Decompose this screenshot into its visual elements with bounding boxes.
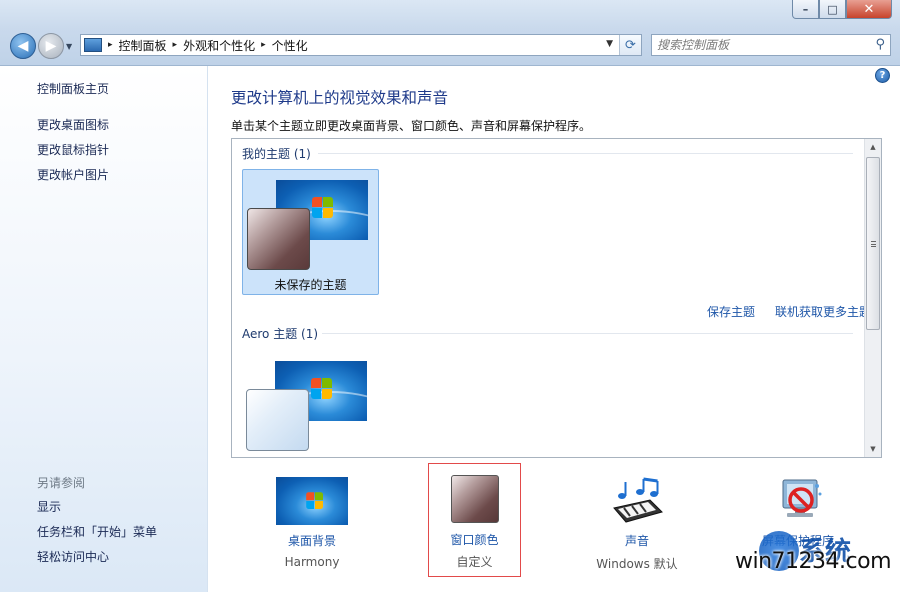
address-dropdown-icon[interactable]: ▼ bbox=[606, 39, 613, 49]
theme-actions: 保存主题 联机获取更多主题 bbox=[707, 303, 871, 320]
breadcrumb-separator[interactable]: ▸ bbox=[261, 40, 266, 50]
forward-arrow-icon: ▶ bbox=[45, 38, 57, 54]
breadcrumb-separator[interactable]: ▸ bbox=[108, 40, 113, 50]
shortcut-name: 声音 bbox=[624, 534, 649, 548]
window-color-shortcut[interactable]: 窗口颜色 自定义 bbox=[428, 463, 521, 577]
aero-themes-heading: Aero 主题 (1) bbox=[242, 327, 319, 341]
left-pane: 控制面板主页 更改桌面图标 更改鼠标指针 更改帐户图片 另请参阅 显示 任务栏和… bbox=[0, 66, 208, 592]
window-chrome: – □ ✕ ◀ ▶ ▼ ▸ 控制面板 ▸ 外观和个性化 ▸ 个性化 ▼ ⟳ ⚲ bbox=[0, 0, 900, 66]
theme-list: 我的主题 (1) 未保存的主题 保存主题 联机获取更多主题 Aero 主题 (1… bbox=[231, 138, 882, 458]
shortcut-name: 桌面背景 bbox=[287, 534, 336, 548]
theme-color-preview bbox=[247, 208, 310, 270]
shortcut-value: 自定义 bbox=[456, 555, 493, 569]
search-icon[interactable]: ⚲ bbox=[875, 37, 885, 52]
taskbar-start-menu-link[interactable]: 任务栏和「开始」菜单 bbox=[37, 523, 157, 540]
maximize-icon: □ bbox=[827, 2, 838, 16]
recent-pages-dropdown[interactable]: ▼ bbox=[66, 42, 72, 51]
change-desktop-icons-link[interactable]: 更改桌面图标 bbox=[37, 116, 109, 133]
sound-icon bbox=[613, 477, 663, 523]
theme-unsaved[interactable]: 未保存的主题 bbox=[242, 169, 379, 295]
back-button[interactable]: ◀ bbox=[10, 33, 36, 59]
close-button[interactable]: ✕ bbox=[846, 0, 892, 19]
back-arrow-icon: ◀ bbox=[17, 38, 29, 54]
control-panel-icon bbox=[84, 38, 102, 52]
save-theme-link[interactable]: 保存主题 bbox=[707, 303, 755, 320]
change-account-picture-link[interactable]: 更改帐户图片 bbox=[37, 166, 109, 183]
breadcrumb-separator[interactable]: ▸ bbox=[173, 40, 178, 50]
desktop-background-icon bbox=[276, 477, 348, 525]
theme-list-scrollbar[interactable]: ▲ ▼ bbox=[864, 139, 881, 457]
shortcut-name: 窗口颜色 bbox=[450, 533, 499, 547]
breadcrumb-appearance[interactable]: 外观和个性化 bbox=[183, 37, 255, 54]
maximize-button[interactable]: □ bbox=[819, 0, 846, 19]
main-pane: ? 更改计算机上的视觉效果和声音 单击某个主题立即更改桌面背景、窗口颜色、声音和… bbox=[208, 66, 900, 592]
get-more-themes-link[interactable]: 联机获取更多主题 bbox=[775, 303, 871, 320]
sounds-shortcut[interactable]: 声音 Windows 默认 bbox=[582, 474, 692, 580]
minimize-icon: – bbox=[802, 2, 809, 16]
shortcut-value: Harmony bbox=[284, 555, 340, 569]
help-icon[interactable]: ? bbox=[875, 68, 890, 83]
refresh-button[interactable]: ⟳ bbox=[619, 35, 641, 55]
scroll-down-icon[interactable]: ▼ bbox=[865, 441, 881, 457]
desktop-background-shortcut[interactable]: 桌面背景 Harmony bbox=[257, 474, 367, 580]
search-input[interactable] bbox=[657, 36, 867, 54]
scroll-up-icon[interactable]: ▲ bbox=[865, 139, 881, 155]
theme-color-preview bbox=[246, 389, 309, 451]
close-icon: ✕ bbox=[863, 1, 875, 17]
watermark-text: win71234.com bbox=[735, 549, 892, 574]
watermark: 系统 win71234.com bbox=[735, 531, 895, 589]
window-color-icon bbox=[451, 475, 499, 523]
page-subtitle: 单击某个主题立即更改桌面背景、窗口颜色、声音和屏幕保护程序。 bbox=[231, 119, 592, 133]
theme-label: 未保存的主题 bbox=[274, 278, 347, 292]
display-link[interactable]: 显示 bbox=[37, 498, 61, 515]
address-bar[interactable]: ▸ 控制面板 ▸ 外观和个性化 ▸ 个性化 ▼ ⟳ bbox=[80, 34, 642, 56]
group-divider bbox=[318, 153, 853, 154]
group-divider bbox=[322, 333, 853, 334]
change-mouse-pointers-link[interactable]: 更改鼠标指针 bbox=[37, 141, 109, 158]
my-themes-heading: 我的主题 (1) bbox=[242, 147, 311, 161]
scroll-thumb[interactable] bbox=[866, 157, 880, 330]
ease-of-access-link[interactable]: 轻松访问中心 bbox=[37, 548, 109, 565]
page-title: 更改计算机上的视觉效果和声音 bbox=[231, 89, 449, 107]
search-box: ⚲ bbox=[651, 34, 891, 56]
breadcrumb-control-panel[interactable]: 控制面板 bbox=[119, 37, 167, 54]
theme-aero[interactable] bbox=[242, 351, 379, 457]
windows-logo-icon bbox=[311, 378, 333, 400]
breadcrumb-personalization[interactable]: 个性化 bbox=[272, 37, 308, 54]
forward-button[interactable]: ▶ bbox=[38, 33, 64, 59]
window-controls: – □ ✕ bbox=[792, 0, 892, 19]
control-panel-home-link[interactable]: 控制面板主页 bbox=[37, 80, 109, 97]
refresh-icon: ⟳ bbox=[625, 37, 636, 53]
shortcut-value: Windows 默认 bbox=[596, 557, 678, 571]
windows-logo-icon bbox=[312, 197, 334, 219]
minimize-button[interactable]: – bbox=[792, 0, 819, 19]
see-also-heading: 另请参阅 bbox=[37, 476, 86, 490]
screen-saver-icon bbox=[782, 479, 822, 517]
